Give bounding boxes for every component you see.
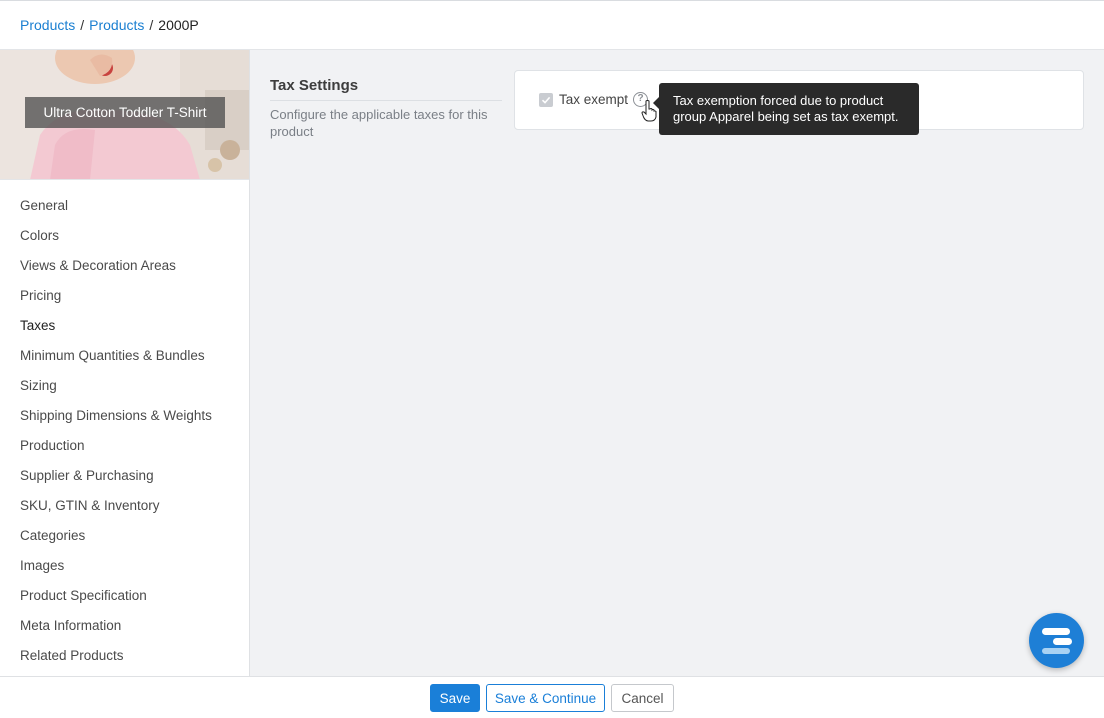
sidebar-nav: General Colors Views & Decoration Areas … <box>0 180 249 671</box>
breadcrumb-link-products-list[interactable]: Products <box>89 17 144 33</box>
chat-widget-button[interactable] <box>1029 613 1084 668</box>
tax-exempt-label: Tax exempt <box>559 92 629 107</box>
tax-exempt-checkbox[interactable] <box>539 93 553 107</box>
breadcrumb-current: 2000P <box>158 17 199 33</box>
sidebar-item-meta-information[interactable]: Meta Information <box>0 611 249 641</box>
breadcrumb: Products / Products/2000P <box>20 17 199 33</box>
chat-logo-icon <box>1041 627 1072 654</box>
sidebar-item-sku-gtin-inventory[interactable]: SKU, GTIN & Inventory <box>0 491 249 521</box>
checkmark-icon <box>541 96 551 104</box>
sidebar-item-minimum-quantities-bundles[interactable]: Minimum Quantities & Bundles <box>0 341 249 371</box>
sidebar-item-pricing[interactable]: Pricing <box>0 281 249 311</box>
sidebar-item-taxes[interactable]: Taxes <box>0 311 249 341</box>
sidebar-item-sizing[interactable]: Sizing <box>0 371 249 401</box>
sidebar-item-colors[interactable]: Colors <box>0 221 249 251</box>
save-continue-button[interactable]: Save & Continue <box>486 684 605 712</box>
sidebar-item-supplier-purchasing[interactable]: Supplier & Purchasing <box>0 461 249 491</box>
sidebar-item-images[interactable]: Images <box>0 551 249 581</box>
section-description: Configure the applicable taxes for this … <box>270 107 488 139</box>
product-hero: Ultra Cotton Toddler T-Shirt <box>0 50 249 180</box>
sidebar-item-shipping-dimensions-weights[interactable]: Shipping Dimensions & Weights <box>0 401 249 431</box>
sidebar-item-views-decoration-areas[interactable]: Views & Decoration Areas <box>0 251 249 281</box>
sidebar-item-product-specification[interactable]: Product Specification <box>0 581 249 611</box>
tax-exempt-tooltip: Tax exemption forced due to product grou… <box>653 83 919 135</box>
breadcrumb-separator: / <box>149 17 154 33</box>
main-content: Tax Settings Configure the applicable ta… <box>250 50 1104 676</box>
save-button[interactable]: Save <box>430 684 480 712</box>
sidebar-item-production[interactable]: Production <box>0 431 249 461</box>
sidebar-item-categories[interactable]: Categories <box>0 521 249 551</box>
sidebar: Ultra Cotton Toddler T-Shirt General Col… <box>0 50 250 676</box>
top-bar: Products / Products/2000P <box>0 0 1104 50</box>
cancel-button[interactable]: Cancel <box>611 684 674 712</box>
breadcrumb-link-products[interactable]: Products <box>20 17 75 33</box>
tax-settings-card: Tax exempt ? Tax exemption forced due to… <box>514 70 1084 135</box>
product-title: Ultra Cotton Toddler T-Shirt <box>25 97 225 128</box>
section-title: Tax Settings <box>270 77 502 101</box>
sidebar-item-related-products[interactable]: Related Products <box>0 641 249 671</box>
breadcrumb-separator: / <box>80 17 85 33</box>
sidebar-item-general[interactable]: General <box>0 191 249 221</box>
action-footer: Save Save & Continue Cancel <box>0 676 1104 718</box>
